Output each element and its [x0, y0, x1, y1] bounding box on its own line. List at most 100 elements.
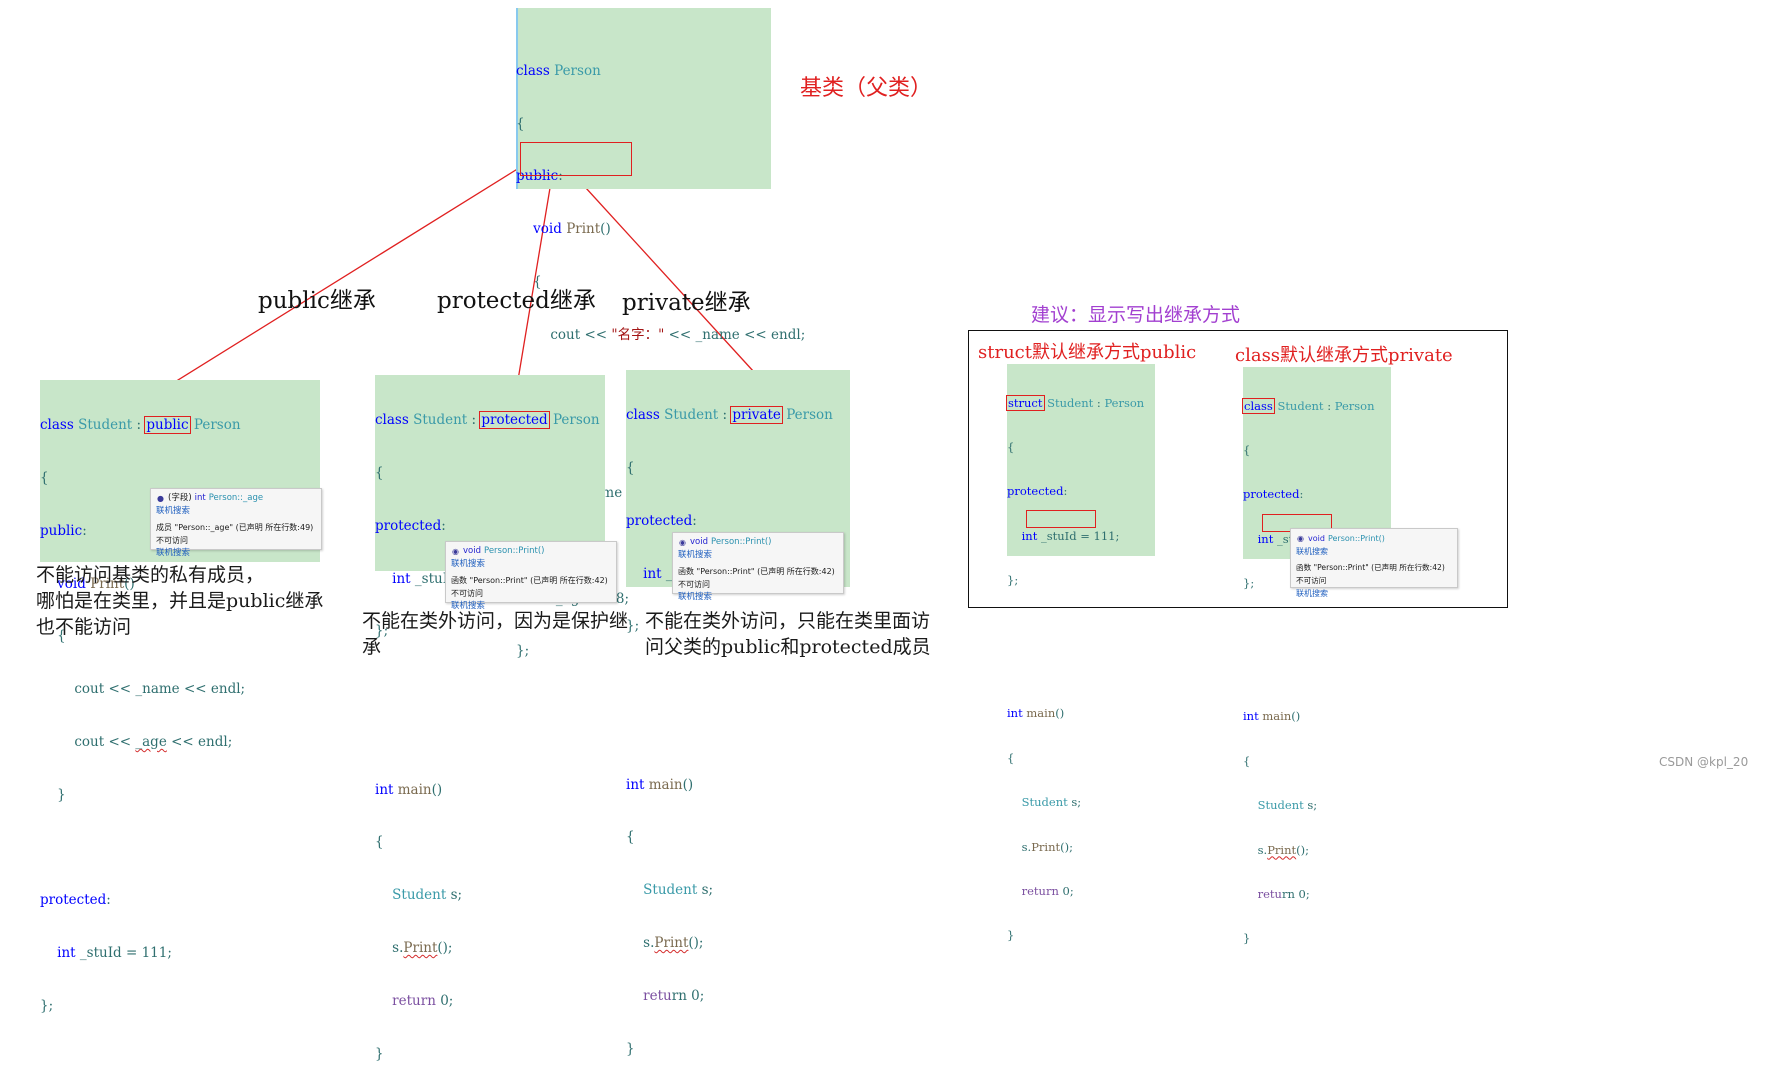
- tooltip-link-search-2[interactable]: 联机搜索: [678, 591, 837, 604]
- code-line: {: [375, 464, 384, 481]
- struct-default-inheritance-title: struct默认继承方式public: [978, 342, 1197, 363]
- tooltip-signature: ◉ void Person::Print(): [452, 546, 545, 556]
- code-line: return 0;: [643, 987, 705, 1004]
- code-line: }: [1243, 931, 1251, 946]
- code-line: s.Print();: [643, 935, 704, 951]
- code-line: protected:: [1243, 487, 1304, 502]
- tooltip-signature: ◉ void Person::Print(): [1297, 534, 1385, 543]
- code-line: {: [1007, 750, 1015, 765]
- code-line: cout << _age << endl;: [74, 733, 233, 750]
- struct-print-call-highlight: [1026, 510, 1096, 528]
- code-line: return 0;: [392, 992, 454, 1009]
- label-protected-inheritance: protected继承: [437, 288, 596, 314]
- code-line: }: [1007, 928, 1015, 943]
- public-keyword-highlight: public: [144, 416, 191, 435]
- tooltip-link-search-2[interactable]: 联机搜索: [451, 600, 610, 613]
- private-member-highlight-box: [520, 142, 632, 176]
- public-inheritance-note: 不能访问基类的私有成员， 哪怕是在类里，并且是public继承 也不能访问: [36, 564, 324, 638]
- code-line: protected:: [626, 512, 697, 529]
- code-line: {: [40, 469, 49, 486]
- private-keyword-highlight: private: [730, 406, 783, 425]
- code-line: }: [626, 1040, 635, 1057]
- code-line: int main(): [1007, 706, 1065, 721]
- code-line: };: [40, 997, 54, 1014]
- code-line: return 0;: [1257, 886, 1310, 901]
- code-line: struct Student : Person: [1006, 394, 1145, 411]
- tooltip-link-search-1[interactable]: 联机搜索: [1296, 545, 1451, 558]
- code-line: return 0;: [1021, 883, 1074, 898]
- code-line: cout << _name << endl;: [74, 681, 246, 698]
- code-line: }: [57, 786, 66, 803]
- code-line: {: [626, 459, 635, 476]
- code-line: int main(): [375, 781, 443, 798]
- tooltip-message: 函数 "Person::Print" (已声明 所在行数:42) 不可访问: [678, 567, 835, 589]
- code-line: class Student : protected Person: [375, 411, 600, 430]
- code-line: protected:: [40, 892, 111, 909]
- code-line: int main(): [626, 776, 694, 793]
- tooltip-signature: ◉ void Person::Print(): [679, 537, 772, 547]
- protected-inheritance-note: 不能在类外访问，因为是保护继承: [362, 610, 629, 658]
- code-line: {: [1243, 753, 1251, 768]
- intellisense-tooltip-print-protected: ◉ void Person::Print() 联机搜索 函数 "Person::…: [445, 541, 617, 611]
- code-line: {: [1007, 439, 1015, 454]
- tooltip-link-search-2[interactable]: 联机搜索: [156, 547, 315, 560]
- code-line: {: [626, 829, 635, 846]
- right-panel-title: 建议：显示写出继承方式: [1031, 304, 1241, 326]
- intellisense-tooltip-print-private: ◉ void Person::Print() 联机搜索 函数 "Person::…: [672, 532, 844, 602]
- code-line: class Person: [516, 62, 601, 79]
- change-bar: [516, 8, 518, 189]
- tooltip-link-search-2[interactable]: 联机搜索: [1296, 587, 1451, 600]
- method-icon: ◉: [679, 538, 686, 547]
- protected-keyword-highlight: protected: [479, 411, 550, 430]
- method-icon: ◉: [1297, 534, 1304, 543]
- watermark: CSDN @kpl_20: [1659, 755, 1749, 769]
- private-inheritance-note: 不能在类外访问，只能在类里面访 问父类的public和protected成员: [645, 610, 931, 658]
- code-line: int _stuId = 111;: [57, 945, 172, 961]
- tooltip-signature: ● (字段) int Person::_age: [157, 493, 264, 503]
- code-line: };: [1007, 573, 1019, 588]
- code-line: }: [375, 1045, 384, 1062]
- class-keyword-highlight: class: [1242, 397, 1275, 414]
- code-line: class Student : private Person: [626, 406, 833, 425]
- code-line: void Print(): [533, 221, 611, 238]
- tooltip-message: 函数 "Person::Print" (已声明 所在行数:42) 不可访问: [1296, 563, 1445, 585]
- code-line: int _stuId = 111;: [1021, 528, 1120, 543]
- tooltip-link-search-1[interactable]: 联机搜索: [678, 549, 837, 562]
- base-class-label: 基类（父类）: [800, 76, 933, 101]
- class-default-inheritance-title: class默认继承方式private: [1235, 345, 1453, 366]
- tooltip-link-search-1[interactable]: 联机搜索: [156, 505, 315, 518]
- label-private-inheritance: private继承: [622, 290, 751, 316]
- code-line: protected:: [375, 517, 446, 534]
- code-line: class Student : Person: [1242, 397, 1375, 414]
- method-icon: ◉: [452, 547, 459, 556]
- code-line: Student s;: [1021, 795, 1082, 810]
- code-line: {: [1243, 442, 1251, 457]
- code-line: Student s;: [643, 882, 714, 899]
- tooltip-message: 成员 "Person::_age" (已声明 所在行数:49) 不可访问: [156, 523, 314, 545]
- code-line: s.Print();: [392, 940, 453, 956]
- code-line: int main(): [1243, 709, 1301, 724]
- code-line: {: [375, 834, 384, 851]
- code-line: cout << "名字：" << _name << endl;: [550, 326, 806, 343]
- code-line: s.Print();: [1257, 842, 1309, 857]
- label-public-inheritance: public继承: [258, 288, 376, 314]
- code-line: s.Print();: [1021, 839, 1073, 854]
- code-line: Student s;: [392, 887, 463, 904]
- field-icon: ●: [157, 494, 164, 503]
- struct-keyword-highlight: struct: [1006, 394, 1045, 411]
- code-line: {: [516, 115, 525, 132]
- intellisense-tooltip-age: ● (字段) int Person::_age 联机搜索 成员 "Person:…: [150, 488, 322, 558]
- code-line: Student s;: [1257, 798, 1318, 813]
- code-line: protected:: [1007, 484, 1068, 499]
- intellisense-tooltip-print-class-default: ◉ void Person::Print() 联机搜索 函数 "Person::…: [1290, 528, 1458, 598]
- tooltip-link-search-1[interactable]: 联机搜索: [451, 558, 610, 571]
